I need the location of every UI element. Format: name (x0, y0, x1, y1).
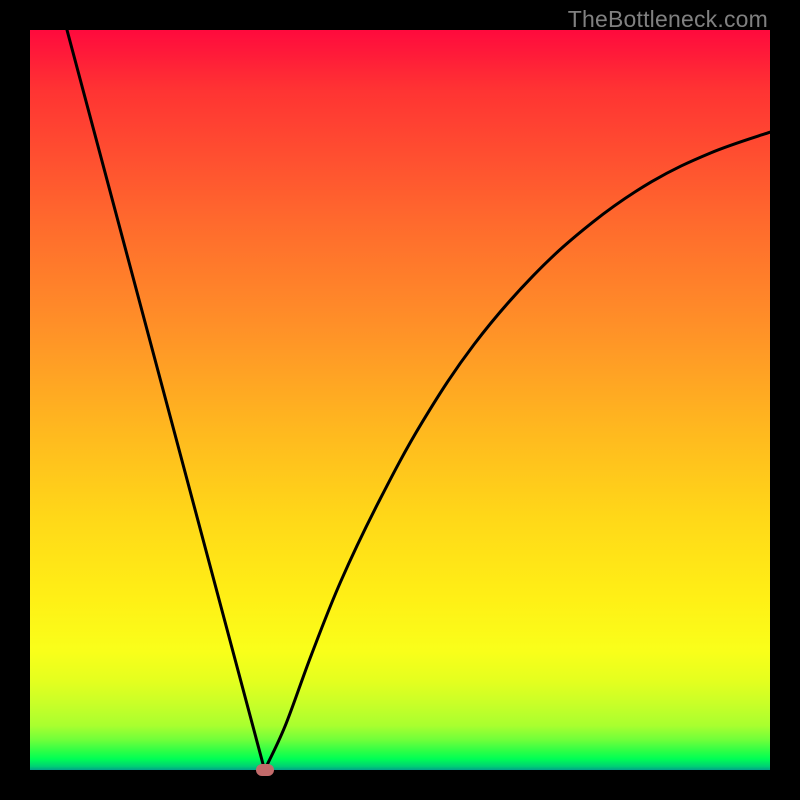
plot-area (30, 30, 770, 770)
minimum-marker (256, 764, 274, 776)
watermark-text: TheBottleneck.com (568, 6, 768, 33)
curve-svg (30, 30, 770, 770)
bottleneck-curve (67, 30, 770, 770)
chart-stage: TheBottleneck.com (0, 0, 800, 800)
